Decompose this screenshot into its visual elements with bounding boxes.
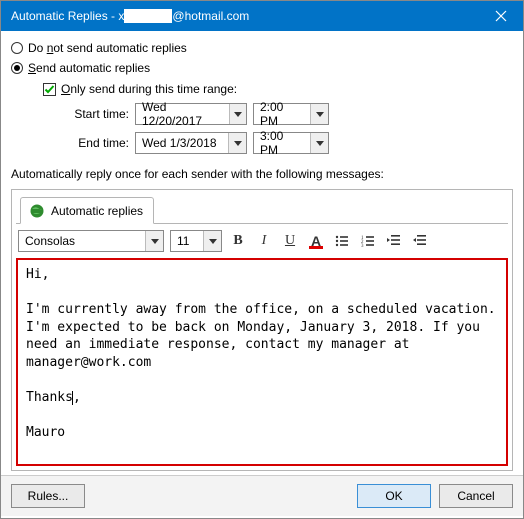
message-body: Hi, I'm currently away from the office, …	[26, 267, 503, 405]
close-button[interactable]	[479, 1, 523, 31]
font-size-combo[interactable]: 11	[170, 230, 222, 252]
radio-do-not-send[interactable]: Do not send automatic replies	[11, 39, 513, 59]
start-date-combo[interactable]: Wed 12/20/2017	[135, 103, 247, 125]
checkbox-icon	[43, 83, 56, 96]
reply-once-label: Automatically reply once for each sender…	[11, 159, 513, 185]
end-time-value: 3:00 PM	[254, 129, 310, 157]
end-time-combo[interactable]: 3:00 PM	[253, 132, 329, 154]
start-time-label: Start time:	[69, 107, 129, 121]
chevron-down-icon	[145, 231, 163, 251]
font-name-value: Consolas	[19, 234, 81, 248]
font-size-value: 11	[171, 234, 195, 248]
start-time-combo[interactable]: 2:00 PM	[253, 103, 329, 125]
bullet-list-button[interactable]	[332, 231, 352, 251]
end-time-row: End time: Wed 1/3/2018 3:00 PM	[69, 130, 513, 159]
end-date-value: Wed 1/3/2018	[136, 136, 223, 150]
rules-button[interactable]: Rules...	[11, 484, 85, 508]
start-time-value: 2:00 PM	[254, 100, 310, 128]
dialog-body: Do not send automatic replies Send autom…	[1, 31, 523, 475]
end-time-label: End time:	[69, 136, 129, 150]
title-email-domain: @hotmail.com	[172, 9, 249, 23]
outdent-icon	[386, 233, 402, 249]
start-time-row: Start time: Wed 12/20/2017 2:00 PM	[69, 101, 513, 130]
radio-do-not-send-label: Do not send automatic replies	[28, 41, 187, 55]
indent-button[interactable]	[410, 231, 430, 251]
reply-tabstrip: Automatic replies	[16, 194, 508, 224]
message-textarea[interactable]: Hi, I'm currently away from the office, …	[16, 258, 508, 466]
start-date-value: Wed 12/20/2017	[136, 100, 229, 128]
chevron-down-icon	[229, 104, 246, 124]
tab-automatic-replies[interactable]: Automatic replies	[20, 197, 154, 224]
reply-editor-panel: Automatic replies Consolas 11 B I U A	[11, 189, 513, 471]
title-prefix: Automatic Replies - x	[11, 9, 124, 23]
chevron-down-icon	[310, 104, 328, 124]
chevron-down-icon	[203, 231, 221, 251]
font-color-button[interactable]: A	[306, 231, 326, 251]
radio-send-label: Send automatic replies	[28, 61, 150, 75]
indent-icon	[412, 233, 428, 249]
button-bar: Rules... OK Cancel	[1, 475, 523, 516]
radio-send[interactable]: Send automatic replies	[11, 59, 513, 79]
globe-icon	[29, 203, 45, 219]
chevron-down-icon	[228, 133, 246, 153]
radio-icon	[11, 42, 23, 54]
title-bar: Automatic Replies - x ______ @hotmail.co…	[1, 1, 523, 31]
tab-label: Automatic replies	[51, 204, 143, 218]
chevron-down-icon	[310, 133, 328, 153]
bullet-list-icon	[334, 233, 350, 249]
numbered-list-button[interactable]: 1 2 3	[358, 231, 378, 251]
radio-icon	[11, 62, 23, 74]
bold-button[interactable]: B	[228, 231, 248, 251]
outdent-button[interactable]	[384, 231, 404, 251]
underline-button[interactable]: U	[280, 231, 300, 251]
checkbox-only-during-label: Only send during this time range:	[61, 82, 237, 96]
italic-button[interactable]: I	[254, 231, 274, 251]
close-icon	[495, 10, 507, 22]
end-date-combo[interactable]: Wed 1/3/2018	[135, 132, 247, 154]
font-name-combo[interactable]: Consolas	[18, 230, 164, 252]
format-toolbar: Consolas 11 B I U A 1 2	[16, 224, 508, 258]
svg-text:3: 3	[361, 244, 364, 249]
cancel-button[interactable]: Cancel	[439, 484, 513, 508]
numbered-list-icon: 1 2 3	[360, 233, 376, 249]
title-redacted: ______	[124, 9, 172, 23]
ok-button[interactable]: OK	[357, 484, 431, 508]
checkbox-only-during-range[interactable]: Only send during this time range:	[43, 79, 513, 101]
